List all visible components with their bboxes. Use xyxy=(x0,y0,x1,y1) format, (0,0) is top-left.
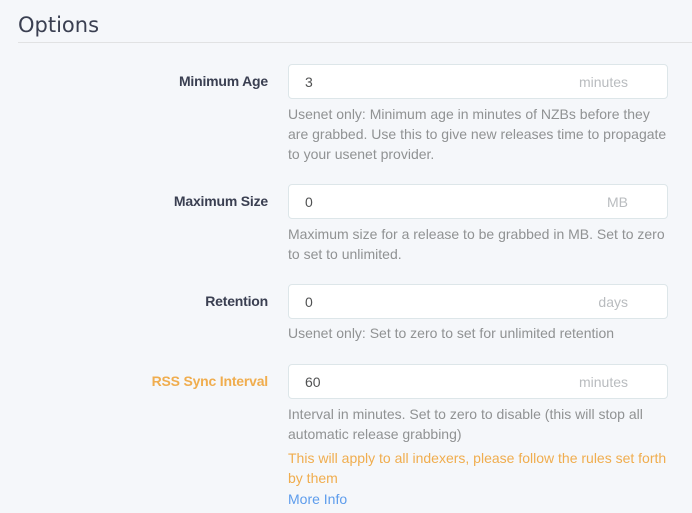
rss-sync-interval-warning: This will apply to all indexers, please … xyxy=(288,450,667,486)
more-info-link[interactable]: More Info xyxy=(288,489,347,509)
minimum-age-label: Minimum Age xyxy=(178,73,268,89)
retention-input-group: days xyxy=(288,284,668,319)
rss-sync-interval-label: RSS Sync Interval xyxy=(151,373,269,389)
rss-sync-interval-help: Interval in minutes. Set to zero to disa… xyxy=(288,406,643,442)
rss-sync-interval-unit: minutes xyxy=(578,374,628,390)
rss-sync-interval-input-group: minutes xyxy=(288,364,668,399)
section-title: Options xyxy=(18,13,100,37)
retention-label: Retention xyxy=(205,293,268,309)
section-divider xyxy=(18,42,692,43)
minimum-age-input[interactable] xyxy=(289,65,565,98)
retention-unit: days xyxy=(598,294,628,310)
minimum-age-help: Usenet only: Minimum age in minutes of N… xyxy=(288,106,667,162)
retention-input[interactable] xyxy=(289,285,565,318)
maximum-size-input-group: MB xyxy=(288,184,668,219)
minimum-age-input-group: minutes xyxy=(288,64,668,99)
retention-help: Usenet only: Set to zero to set for unli… xyxy=(288,325,615,341)
maximum-size-input[interactable] xyxy=(289,185,565,218)
rss-sync-interval-input[interactable] xyxy=(289,365,565,398)
maximum-size-unit: MB xyxy=(607,194,628,210)
minimum-age-unit: minutes xyxy=(578,74,628,90)
maximum-size-help: Maximum size for a release to be grabbed… xyxy=(288,226,665,262)
maximum-size-label: Maximum Size xyxy=(173,193,268,209)
